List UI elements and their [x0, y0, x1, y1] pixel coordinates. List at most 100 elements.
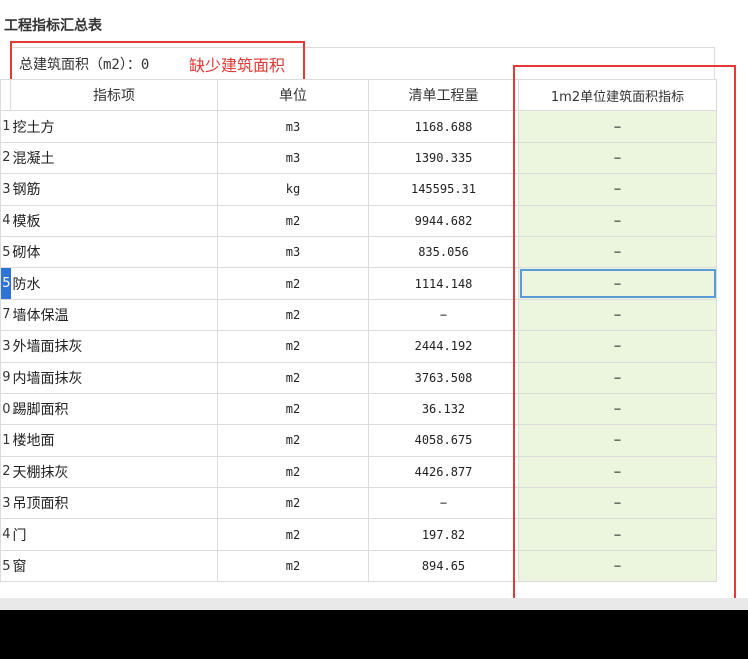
row-number: 3 [0, 487, 11, 520]
unit-cell[interactable]: m2 [217, 549, 369, 583]
header-rownum [0, 78, 11, 112]
indicator-name-cell[interactable]: 天棚抹灰 [10, 455, 218, 489]
quantity-cell[interactable]: 4058.675 [368, 424, 519, 457]
table-row[interactable]: 5 砌体 m3 835.056− [0, 235, 717, 269]
per-m2-metric-cell[interactable]: − [518, 298, 717, 332]
per-m2-metric-cell[interactable]: − [518, 267, 717, 300]
per-m2-metric-cell[interactable]: − [518, 424, 717, 457]
per-m2-metric-cell[interactable]: − [518, 330, 717, 363]
quantity-cell[interactable]: 4426.877 [368, 455, 519, 489]
indicator-name-cell[interactable]: 挖土方 [10, 110, 218, 143]
table-row[interactable]: 9 内墙面抹灰 m2 3763.508− [0, 361, 717, 394]
per-m2-metric-cell[interactable]: − [518, 455, 717, 489]
table-row[interactable]: 3 钢筋 kg 145595.31− [0, 173, 717, 206]
indicator-name-cell[interactable]: 内墙面抹灰 [10, 361, 218, 394]
unit-cell[interactable]: m3 [217, 110, 369, 143]
unit-cell[interactable]: m2 [217, 298, 369, 332]
quantity-cell[interactable]: 197.82 [368, 518, 519, 551]
row-number: 2 [0, 455, 11, 489]
table-row[interactable]: 5 防水 m2 1114.148− [0, 267, 717, 300]
per-m2-metric-cell[interactable]: − [518, 235, 717, 269]
indicator-name-cell[interactable]: 窗 [10, 549, 218, 583]
panel-title: 工程指标汇总表 [4, 18, 102, 34]
row-number: 4 [0, 204, 11, 237]
table-row[interactable]: 1 挖土方 m3 1168.688− [0, 110, 717, 143]
row-number: 1 [0, 110, 11, 143]
table-row[interactable]: 2 混凝土 m3 1390.335− [0, 141, 717, 175]
unit-cell[interactable]: m2 [217, 330, 369, 363]
row-number: 3 [0, 330, 11, 363]
table-row[interactable]: 7 墙体保温 m2− − [0, 298, 717, 332]
indicator-name-cell[interactable]: 踢脚面积 [10, 392, 218, 426]
per-m2-metric-cell[interactable]: − [518, 141, 717, 175]
indicator-name-cell[interactable]: 砌体 [10, 235, 218, 269]
row-number: 7 [0, 298, 11, 332]
indicator-table: 指标项 单位 清单工程量 1m2单位建筑面积指标 1 挖土方 m3 1168.688−… [0, 78, 717, 583]
quantity-cell[interactable]: 2444.192 [368, 330, 519, 363]
header-quantity[interactable]: 清单工程量 [368, 78, 519, 112]
table-row[interactable]: 1 楼地面 m2 4058.675− [0, 424, 717, 457]
quantity-cell[interactable]: 9944.682 [368, 204, 519, 237]
unit-cell[interactable]: m2 [217, 424, 369, 457]
indicator-name-cell[interactable]: 门 [10, 518, 218, 551]
quantity-cell[interactable]: − [368, 298, 519, 332]
row-number: 5 [0, 549, 11, 583]
per-m2-metric-cell[interactable]: − [518, 204, 717, 237]
unit-cell[interactable]: m2 [217, 361, 369, 394]
quantity-cell[interactable]: 1168.688 [368, 110, 519, 143]
table-row[interactable]: 3 吊顶面积 m2− − [0, 487, 717, 520]
unit-cell[interactable]: m2 [217, 518, 369, 551]
table-row[interactable]: 2 天棚抹灰 m2 4426.877− [0, 455, 717, 489]
indicator-name-cell[interactable]: 钢筋 [10, 173, 218, 206]
row-number: 3 [0, 173, 11, 206]
unit-cell[interactable]: m2 [217, 455, 369, 489]
table-header-row: 指标项 单位 清单工程量 1m2单位建筑面积指标 [0, 78, 717, 112]
indicator-name-cell[interactable]: 防水 [10, 267, 218, 300]
unit-cell[interactable]: m3 [217, 235, 369, 269]
per-m2-metric-cell[interactable]: − [518, 173, 717, 206]
quantity-cell[interactable]: 1114.148 [368, 267, 519, 300]
indicator-name-cell[interactable]: 楼地面 [10, 424, 218, 457]
row-number: 9 [0, 361, 11, 394]
unit-cell[interactable]: m2 [217, 392, 369, 426]
quantity-cell[interactable]: 36.132 [368, 392, 519, 426]
row-number: 1 [0, 424, 11, 457]
header-unit[interactable]: 单位 [217, 78, 369, 112]
table-row[interactable]: 0 踢脚面积 m2 36.132− [0, 392, 717, 426]
row-number: 2 [0, 141, 11, 175]
per-m2-metric-cell[interactable]: − [518, 392, 717, 426]
row-number: 0 [0, 392, 11, 426]
per-m2-metric-cell[interactable]: − [518, 110, 717, 143]
indicator-name-cell[interactable]: 吊顶面积 [10, 487, 218, 520]
quantity-cell[interactable]: 835.056 [368, 235, 519, 269]
indicator-name-cell[interactable]: 墙体保温 [10, 298, 218, 332]
per-m2-metric-cell[interactable]: − [518, 518, 717, 551]
row-number: 5 [0, 235, 11, 269]
table-row[interactable]: 5 窗 m2 894.65− [0, 549, 717, 583]
table-row[interactable]: 4 模板 m2 9944.682− [0, 204, 717, 237]
indicator-name-cell[interactable]: 外墙面抹灰 [10, 330, 218, 363]
per-m2-metric-cell[interactable]: − [518, 487, 717, 520]
quantity-cell[interactable]: 145595.31 [368, 173, 519, 206]
row-number: 4 [0, 518, 11, 551]
header-per-m2-metric[interactable]: 1m2单位建筑面积指标 [518, 78, 717, 112]
unit-cell[interactable]: kg [217, 173, 369, 206]
row-number: 5 [0, 267, 11, 300]
quantity-cell[interactable]: − [368, 487, 519, 520]
quantity-cell[interactable]: 1390.335 [368, 141, 519, 175]
quantity-cell[interactable]: 894.65 [368, 549, 519, 583]
unit-cell[interactable]: m2 [217, 267, 369, 300]
indicator-name-cell[interactable]: 模板 [10, 204, 218, 237]
table-row[interactable]: 3 外墙面抹灰 m2 2444.192− [0, 330, 717, 363]
header-indicator[interactable]: 指标项 [10, 78, 218, 112]
table-row[interactable]: 4 门 m2 197.82− [0, 518, 717, 551]
indicator-name-cell[interactable]: 混凝土 [10, 141, 218, 175]
bottom-black-bar [0, 610, 748, 659]
unit-cell[interactable]: m3 [217, 141, 369, 175]
per-m2-metric-cell[interactable]: − [518, 361, 717, 394]
unit-cell[interactable]: m2 [217, 487, 369, 520]
summary-highlight-box [10, 41, 305, 81]
quantity-cell[interactable]: 3763.508 [368, 361, 519, 394]
per-m2-metric-cell[interactable]: − [518, 549, 717, 583]
unit-cell[interactable]: m2 [217, 204, 369, 237]
